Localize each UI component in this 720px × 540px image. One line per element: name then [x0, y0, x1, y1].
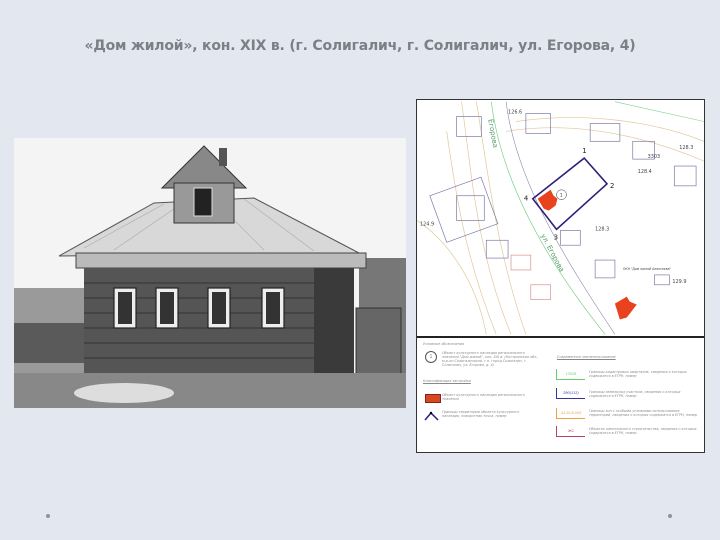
- point-2: 2: [610, 182, 614, 190]
- slide-title: «Дом жилой», кон. XIX в. (г. Солигалич, …: [84, 38, 636, 54]
- legend-red-desc: Объект культурного наследия региональног…: [442, 393, 525, 401]
- elevation-label: 126.6: [508, 110, 522, 116]
- legend-boundary-desc: Границы территории объекта культурного н…: [442, 410, 520, 418]
- elevation-label: 128.4: [638, 169, 652, 175]
- elevation-label: 129.9: [672, 279, 686, 285]
- parcel-number: 3303: [648, 154, 661, 160]
- legend-item-desc: Объекты капитального строительства, свед…: [589, 427, 697, 435]
- legend-code: 290(112): [556, 388, 585, 399]
- slide-decor-dot-left: [46, 514, 50, 518]
- house-photo: [14, 138, 406, 408]
- legend-item-desc: Границы зон с особыми условиями использо…: [589, 409, 698, 417]
- okn-label: ОКН "Дом жилой Алексеева": [623, 267, 672, 271]
- legend-code: 13026: [556, 369, 585, 380]
- legend-code: 44.20.6.508: [556, 408, 585, 419]
- slide-decor-dot-right: [668, 514, 672, 518]
- legend-code: ЖС: [556, 426, 585, 437]
- map-legend: Условные обозначения 1 Объект культурног…: [417, 336, 704, 452]
- legend-classification: Классификация застройки: [423, 379, 471, 383]
- legend-object-desc: Объект культурного наследия региональног…: [442, 351, 539, 367]
- situational-map: 1 1 2 3 4 126.6 128.3 128.4 124.9 129.9 …: [416, 99, 705, 453]
- elevation-label: 124.9: [420, 221, 434, 227]
- legend-item-desc: Границы кадастровых кварталов, сведения …: [589, 370, 687, 378]
- object-circle-icon: 1: [425, 351, 437, 363]
- boundary-point-icon: [424, 411, 439, 421]
- legend-current-heading: Современное землепользование: [557, 355, 616, 359]
- point-1: 1: [582, 147, 586, 155]
- point-4: 4: [524, 195, 528, 203]
- elevation-label: 128.3: [595, 226, 609, 232]
- legend-item-desc: Границы земельных участков, сведения о к…: [589, 390, 681, 398]
- red-object-swatch: [425, 394, 441, 403]
- point-3: 3: [554, 233, 558, 241]
- elevation-label: 128.3: [679, 145, 693, 151]
- legend-heading: Условные обозначения: [423, 342, 465, 346]
